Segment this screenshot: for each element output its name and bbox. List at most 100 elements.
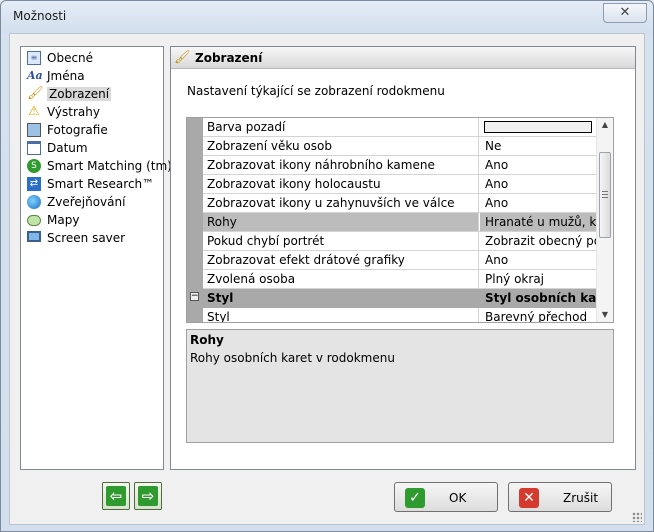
property-value[interactable]: Plný okraj	[480, 270, 597, 288]
property-value[interactable]: Ano	[480, 194, 597, 212]
property-value[interactable]: Barevný přechod	[480, 308, 597, 322]
property-row[interactable]: Zobrazovat ikony holocaustu Ano	[203, 175, 597, 194]
names-icon: Aa	[27, 69, 43, 82]
property-value[interactable]	[480, 118, 597, 136]
close-icon: ✕	[619, 5, 631, 20]
vertical-scrollbar[interactable]: ▲ ▼	[596, 118, 613, 322]
property-row[interactable]: Zobrazovat ikony náhrobního kamene Ano	[203, 156, 597, 175]
property-name: Zobrazovat ikony u zahynuvších ve válce	[203, 194, 479, 212]
property-value[interactable]: Ano	[480, 175, 597, 193]
back-button[interactable]: ⇦	[102, 482, 130, 510]
options-dialog: Možnosti ✕ ≡ Obecné Aa Jména 🖌 Zobrazení…	[0, 0, 654, 532]
general-icon: ≡	[27, 51, 41, 65]
help-title: Rohy	[190, 333, 224, 347]
property-row[interactable]: Zobrazovat ikony u zahynuvších ve válce …	[203, 194, 597, 213]
nav-item-photos[interactable]: Fotografie	[23, 121, 161, 139]
nav-item-label: Výstrahy	[47, 105, 100, 119]
grip-line	[602, 194, 608, 195]
property-name: Barva pozadí	[203, 118, 479, 136]
property-name: Pokud chybí portrét	[203, 232, 479, 250]
scroll-up-icon[interactable]: ▲	[597, 118, 613, 132]
close-button[interactable]: ✕	[603, 3, 647, 23]
nav-item-maps[interactable]: Mapy	[23, 211, 161, 229]
grip-line	[602, 191, 608, 192]
nav-item-display[interactable]: 🖌 Zobrazení	[23, 85, 161, 103]
property-name: Zobrazení věku osob	[203, 137, 479, 155]
nav-item-general[interactable]: ≡ Obecné	[23, 49, 161, 67]
nav-item-label: Zobrazení	[47, 87, 112, 101]
property-value[interactable]: Zobrazit obecný po...	[480, 232, 597, 250]
nav-item-warnings[interactable]: ⚠ Výstrahy	[23, 103, 161, 121]
resize-grip[interactable]	[632, 512, 642, 522]
collapse-icon[interactable]: −	[190, 292, 199, 301]
nav-item-smart-matching[interactable]: S Smart Matching (tm)	[23, 157, 172, 175]
nav-item-label: Screen saver	[47, 231, 126, 245]
category-name: Styl	[207, 291, 234, 305]
panel-title: Zobrazení	[195, 51, 263, 65]
calendar-icon	[27, 141, 41, 155]
settings-panel: 🖌 Zobrazení Nastavení týkající se zobraz…	[170, 46, 636, 470]
brush-icon: 🖌	[174, 50, 191, 65]
ok-button-label: OK	[449, 491, 467, 505]
help-pane: Rohy Rohy osobních karet v rodokmenu	[186, 329, 614, 443]
ok-button[interactable]: ✓ OK	[394, 482, 498, 512]
property-row[interactable]: Pokud chybí portrét Zobrazit obecný po..…	[203, 232, 597, 251]
property-row[interactable]: Zvolená osoba Plný okraj	[203, 270, 597, 289]
title-bar[interactable]: Možnosti ✕	[1, 1, 653, 33]
nav-item-names[interactable]: Aa Jména	[23, 67, 161, 85]
scrollbar-thumb[interactable]	[599, 152, 611, 238]
warning-icon: ⚠	[28, 104, 40, 119]
nav-item-label: Obecné	[47, 51, 94, 65]
property-row[interactable]: Zobrazovat efekt drátové grafiky Ano	[203, 251, 597, 270]
checkmark-icon: ✓	[405, 488, 425, 508]
nav-item-label: Smart Research™	[47, 177, 155, 191]
category-list[interactable]: ≡ Obecné Aa Jména 🖌 Zobrazení ⚠ Výstrahy…	[20, 46, 172, 470]
property-value[interactable]: Hranaté u mužů, k...	[480, 213, 597, 231]
screen-saver-icon	[27, 231, 41, 242]
nav-item-label: Jména	[47, 69, 85, 83]
category-value: Styl osobních karet	[485, 291, 597, 305]
nav-item-screen-saver[interactable]: Screen saver	[23, 229, 161, 247]
nav-item-date[interactable]: Datum	[23, 139, 161, 157]
photo-icon	[27, 123, 41, 137]
nav-item-label: Fotografie	[47, 123, 108, 137]
map-icon	[27, 215, 41, 226]
property-value[interactable]: Ano	[480, 156, 597, 174]
property-name: Zvolená osoba	[203, 270, 479, 288]
property-name: Rohy	[203, 213, 479, 231]
property-row[interactable]: Styl Barevný přechod	[203, 308, 597, 322]
nav-item-smart-research[interactable]: ⇄ Smart Research™	[23, 175, 161, 193]
panel-description: Nastavení týkající se zobrazení rodokmen…	[187, 84, 445, 98]
nav-item-publish[interactable]: Zveřejňování	[23, 193, 161, 211]
dialog-body: ≡ Obecné Aa Jména 🖌 Zobrazení ⚠ Výstrahy…	[9, 33, 645, 525]
smart-matching-icon: S	[27, 159, 41, 173]
help-text: Rohy osobních karet v rodokmenu	[190, 351, 395, 365]
property-row[interactable]: Zobrazení věku osob Ne	[203, 137, 597, 156]
property-row-background-color[interactable]: Barva pozadí	[203, 118, 597, 137]
property-name: Zobrazovat ikony náhrobního kamene	[203, 156, 479, 174]
property-grid[interactable]: − Barva pozadí Zobrazení věku osob Ne Zo…	[186, 117, 614, 323]
property-value[interactable]: Ano	[480, 251, 597, 269]
publish-icon	[27, 195, 41, 209]
property-category-row[interactable]: Styl Styl osobních karet	[203, 289, 597, 308]
property-name: Styl	[203, 308, 479, 322]
property-row-selected[interactable]: Rohy Hranaté u mužů, k...	[203, 213, 597, 232]
property-name: Zobrazovat efekt drátové grafiky	[203, 251, 479, 269]
property-name: Zobrazovat ikony holocaustu	[203, 175, 479, 193]
cancel-x-icon: ✕	[519, 488, 539, 508]
color-swatch[interactable]	[484, 121, 592, 133]
smart-research-icon: ⇄	[27, 177, 41, 191]
property-value[interactable]: Ne	[480, 137, 597, 155]
cancel-button-label: Zrušit	[563, 491, 599, 505]
brush-icon: 🖌	[27, 86, 44, 101]
arrow-left-icon: ⇦	[106, 486, 126, 506]
panel-header: 🖌 Zobrazení	[171, 47, 635, 69]
nav-item-label: Smart Matching (tm)	[47, 159, 172, 173]
nav-item-label: Mapy	[47, 213, 80, 227]
cancel-button[interactable]: ✕ Zrušit	[508, 482, 612, 512]
arrow-right-icon: ⇨	[138, 486, 158, 506]
scroll-down-icon[interactable]: ▼	[597, 308, 613, 322]
window-title: Možnosti	[13, 9, 67, 23]
forward-button[interactable]: ⇨	[134, 482, 162, 510]
nav-item-label: Datum	[47, 141, 88, 155]
